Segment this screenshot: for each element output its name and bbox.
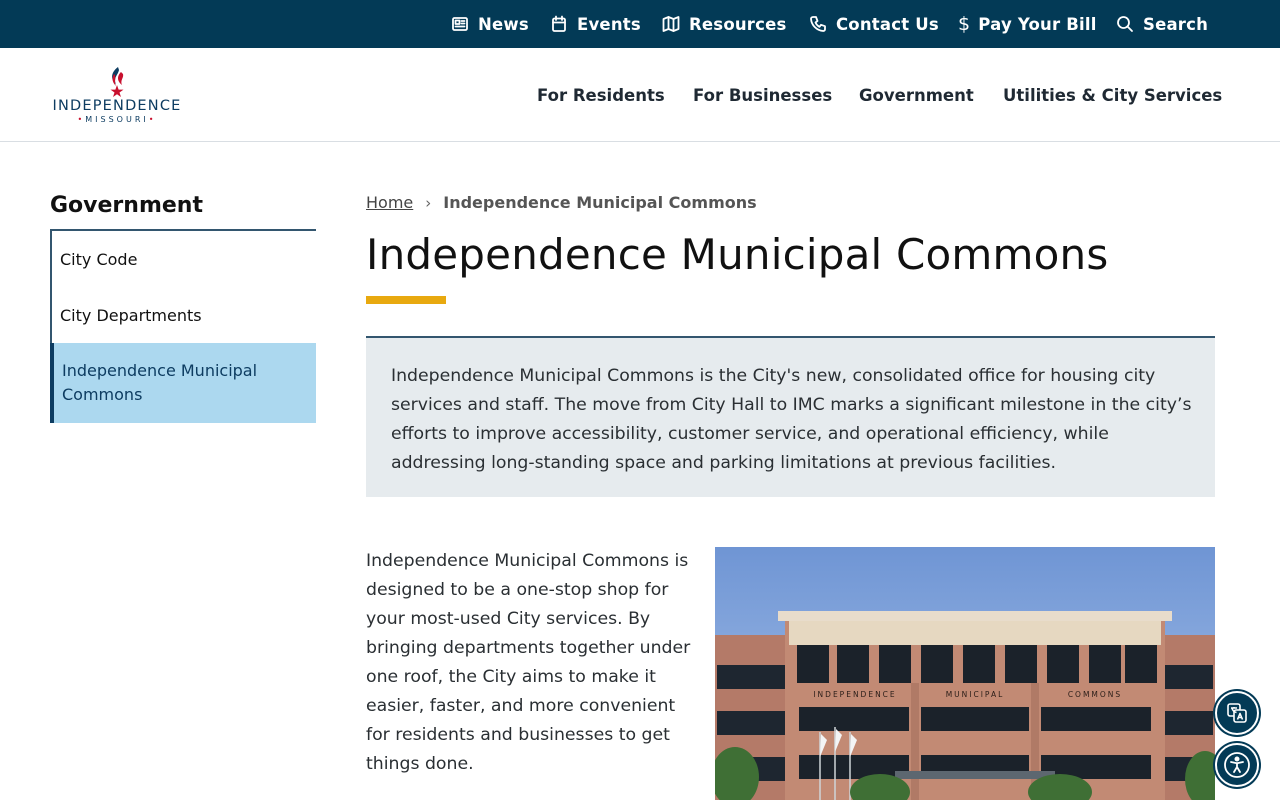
- logo-subtitle: •MISSOURI•: [77, 115, 157, 124]
- newspaper-icon: [452, 17, 468, 31]
- utility-resources-label: Resources: [689, 14, 787, 34]
- building-illustration: INDEPENDENCE MUNICIPAL COMMONS: [715, 547, 1215, 800]
- nav-utilities-city-services[interactable]: Utilities & City Services: [1003, 48, 1222, 142]
- sidebar-item-city-departments[interactable]: City Departments: [52, 287, 316, 343]
- breadcrumb: Home › Independence Municipal Commons: [366, 193, 757, 212]
- utility-bar: News Events Resources Contact Us $ Pay Y…: [0, 0, 1280, 48]
- nav-for-businesses[interactable]: For Businesses: [693, 48, 832, 142]
- translate-button[interactable]: [1215, 691, 1259, 735]
- logo-name: INDEPENDENCE: [52, 98, 182, 114]
- site-logo[interactable]: INDEPENDENCE •MISSOURI•: [50, 66, 184, 126]
- accessibility-button[interactable]: [1215, 743, 1259, 787]
- sidebar-item-city-code[interactable]: City Code: [52, 231, 316, 287]
- accessibility-icon: [1224, 752, 1250, 778]
- utility-news-label: News: [478, 14, 529, 34]
- building-photo: INDEPENDENCE MUNICIPAL COMMONS: [715, 547, 1215, 800]
- utility-pay-bill-link[interactable]: $ Pay Your Bill: [958, 0, 1097, 48]
- logo-subtitle-text: MISSOURI: [85, 115, 149, 124]
- breadcrumb-home-link[interactable]: Home: [366, 193, 413, 212]
- calendar-icon: [552, 15, 566, 32]
- utility-news-link[interactable]: News: [451, 0, 529, 48]
- nav-for-residents[interactable]: For Residents: [537, 48, 665, 142]
- utility-resources-link[interactable]: Resources: [662, 0, 787, 48]
- building-sign-middle: MUNICIPAL: [946, 690, 1005, 699]
- building-sign-right: COMMONS: [1068, 690, 1122, 699]
- map-icon: [662, 16, 680, 32]
- utility-events-link[interactable]: Events: [550, 0, 641, 48]
- sidebar-nav: City Code City Departments Independence …: [50, 231, 316, 423]
- utility-contact-label: Contact Us: [836, 14, 939, 34]
- page-title: Independence Municipal Commons: [366, 230, 1109, 279]
- utility-events-label: Events: [577, 14, 641, 34]
- translate-icon: [1227, 703, 1247, 723]
- sidebar-title: Government: [50, 193, 203, 218]
- intro-callout: Independence Municipal Commons is the Ci…: [366, 336, 1215, 497]
- sidebar-item-independence-municipal-commons[interactable]: Independence Municipal Commons: [50, 343, 316, 423]
- nav-government[interactable]: Government: [859, 48, 974, 142]
- main-header: INDEPENDENCE •MISSOURI• For Residents Fo…: [0, 48, 1280, 142]
- intro-text: Independence Municipal Commons is the Ci…: [391, 366, 1192, 473]
- breadcrumb-current: Independence Municipal Commons: [443, 193, 757, 212]
- utility-pay-bill-label: Pay Your Bill: [978, 14, 1097, 34]
- chevron-right-icon: ›: [425, 193, 432, 212]
- dollar-icon: $: [958, 13, 971, 35]
- title-accent-bar: [366, 296, 446, 304]
- body-paragraph: Independence Municipal Commons is design…: [366, 551, 691, 774]
- building-sign-left: INDEPENDENCE: [813, 690, 896, 699]
- utility-search-label: Search: [1143, 14, 1209, 34]
- utility-search-link[interactable]: Search: [1116, 0, 1208, 48]
- flame-star-icon: [110, 67, 124, 97]
- utility-contact-link[interactable]: Contact Us: [809, 0, 939, 48]
- search-icon: [1117, 16, 1133, 32]
- phone-icon: [810, 16, 826, 32]
